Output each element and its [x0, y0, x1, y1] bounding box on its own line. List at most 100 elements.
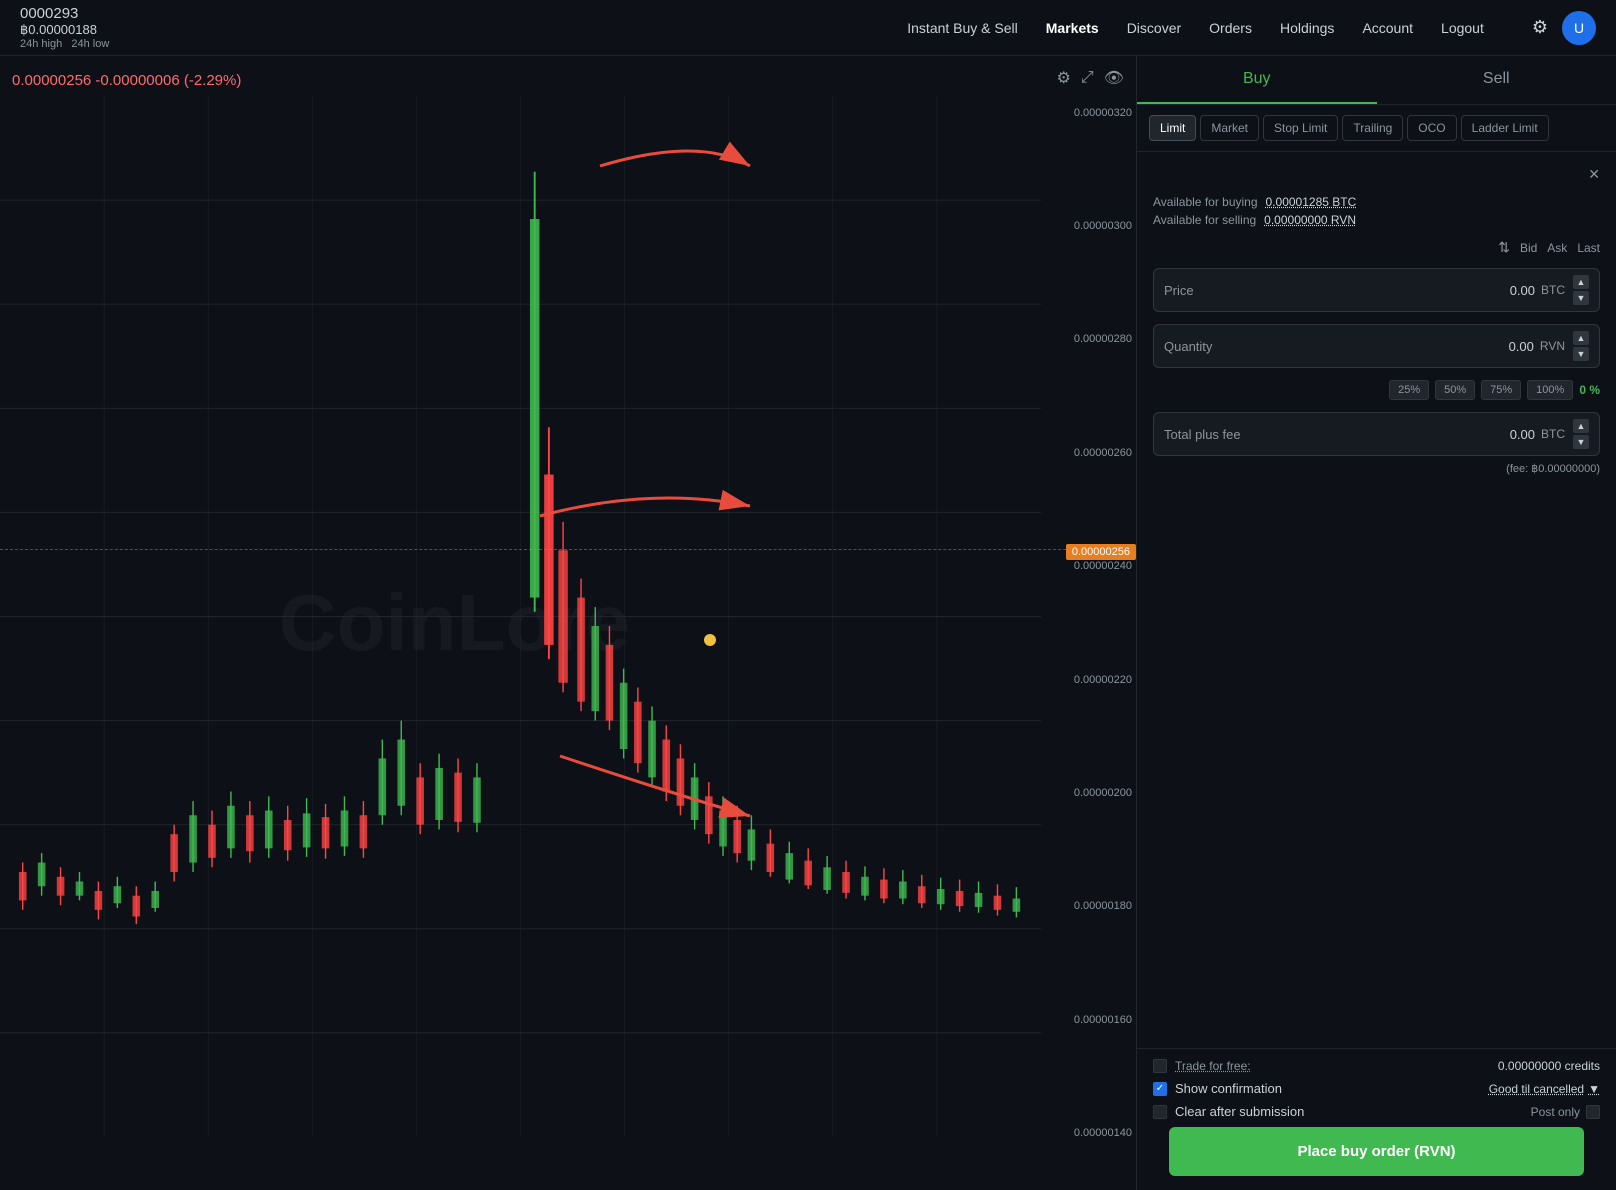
ask-label: Ask [1547, 241, 1567, 255]
order-tab-ladder[interactable]: Ladder Limit [1461, 115, 1549, 141]
chart-controls: ⚙ ⤢ 👁 [1057, 68, 1124, 88]
nav-links: Instant Buy & Sell Markets Discover Orde… [907, 20, 1484, 36]
chart-eye-icon[interactable]: 👁 [1104, 68, 1124, 88]
show-confirmation-checkbox[interactable] [1153, 1082, 1167, 1096]
clear-post-row: Clear after submission Post only [1153, 1104, 1600, 1119]
sell-tab[interactable]: Sell [1377, 56, 1616, 104]
nav-orders[interactable]: Orders [1209, 20, 1252, 36]
total-down-btn[interactable]: ▼ [1573, 435, 1589, 449]
pct-100-btn[interactable]: 100% [1527, 380, 1573, 400]
nav-markets[interactable]: Markets [1046, 20, 1099, 36]
order-tab-trailing[interactable]: Trailing [1342, 115, 1403, 141]
price-field-row: Price 0.00 BTC ▲ ▼ [1153, 268, 1600, 312]
chart-area: 0.00000256 -0.00000006 (-2.29%) ⚙ ⤢ 👁 Co… [0, 56, 1136, 1190]
nav-icons: ⚙ U [1532, 11, 1596, 45]
pct-current: 0 % [1579, 383, 1600, 397]
good-til-cancelled-dropdown[interactable]: Good til cancelled ▼ [1489, 1082, 1600, 1096]
fee-note: (fee: ฿0.00000000) [1153, 462, 1600, 475]
show-confirmation-label: Show confirmation [1175, 1081, 1282, 1096]
post-only-row: Post only [1531, 1105, 1600, 1119]
order-form-body: ✕ Available for buying 0.00001285 BTC Av… [1137, 152, 1616, 1048]
available-info: Available for buying 0.00001285 BTC Avai… [1153, 195, 1600, 227]
yaxis-label-9: 0.00000140 [1042, 1127, 1132, 1139]
available-for-buying-label: Available for buying [1153, 195, 1258, 209]
percentage-row: 25% 50% 75% 100% 0 % [1153, 380, 1600, 400]
order-tab-stop-limit[interactable]: Stop Limit [1263, 115, 1338, 141]
confirmation-gtc-row: Show confirmation Good til cancelled ▼ [1153, 1081, 1600, 1096]
price-down-btn[interactable]: ▼ [1573, 291, 1589, 305]
place-buy-order-button[interactable]: Place buy order (RVN) [1169, 1127, 1584, 1176]
available-for-selling-label: Available for selling [1153, 213, 1256, 227]
chart-price-label: 0.00000256 -0.00000006 (-2.29%) [12, 72, 241, 89]
quantity-down-btn[interactable]: ▼ [1573, 347, 1589, 361]
ticker-price: ฿0.00000188 [20, 22, 140, 38]
price-up-btn[interactable]: ▲ [1573, 275, 1589, 289]
order-tab-market[interactable]: Market [1200, 115, 1259, 141]
yaxis-label-7: 0.00000180 [1042, 900, 1132, 912]
settings-icon[interactable]: ⚙ [1532, 17, 1548, 38]
quantity-unit: RVN [1540, 339, 1565, 353]
nav-discover[interactable]: Discover [1127, 20, 1181, 36]
total-label: Total plus fee [1164, 427, 1510, 442]
quantity-stepper: ▲ ▼ [1573, 331, 1589, 361]
yaxis-label-1: 0.00000300 [1042, 220, 1132, 232]
topnav: 0000293 ฿0.00000188 24h high 24h low Ins… [0, 0, 1616, 56]
nav-instant-buy-sell[interactable]: Instant Buy & Sell [907, 20, 1018, 36]
gtc-chevron-icon: ▼ [1588, 1082, 1600, 1096]
yaxis-label-4: 0.00000240 [1042, 560, 1132, 572]
pct-75-btn[interactable]: 75% [1481, 380, 1521, 400]
available-for-buying-value: 0.00001285 BTC [1266, 195, 1357, 209]
post-only-checkbox[interactable] [1586, 1105, 1600, 1119]
candlestick-chart [0, 96, 1041, 1137]
yaxis-label-5: 0.00000220 [1042, 674, 1132, 686]
show-confirmation-row: Show confirmation [1153, 1081, 1282, 1096]
main-layout: 0.00000256 -0.00000006 (-2.29%) ⚙ ⤢ 👁 Co… [0, 56, 1616, 1190]
quantity-field-row: Quantity 0.00 RVN ▲ ▼ [1153, 324, 1600, 368]
last-label: Last [1577, 241, 1600, 255]
pct-25-btn[interactable]: 25% [1389, 380, 1429, 400]
filter-icon[interactable]: ⇅ [1498, 239, 1510, 256]
trade-for-free-checkbox[interactable] [1153, 1059, 1167, 1073]
trade-for-free-value: 0.00000000 credits [1498, 1059, 1600, 1073]
clear-button[interactable]: ✕ [1588, 166, 1600, 183]
nav-account[interactable]: Account [1362, 20, 1413, 36]
available-for-selling-value: 0.00000000 RVN [1264, 213, 1356, 227]
buy-tab[interactable]: Buy [1137, 56, 1377, 104]
total-up-btn[interactable]: ▲ [1573, 419, 1589, 433]
chart-settings-icon[interactable]: ⚙ [1057, 68, 1071, 88]
quantity-up-btn[interactable]: ▲ [1573, 331, 1589, 345]
quantity-label: Quantity [1164, 339, 1509, 354]
ticker-24h: 24h high 24h low [20, 38, 140, 50]
order-tab-limit[interactable]: Limit [1149, 115, 1196, 141]
total-field-row: Total plus fee 0.00 BTC ▲ ▼ [1153, 412, 1600, 456]
user-avatar[interactable]: U [1562, 11, 1596, 45]
price-label: Price [1164, 283, 1510, 298]
panel-footer: Trade for free: 0.00000000 credits Show … [1137, 1048, 1616, 1190]
nav-holdings[interactable]: Holdings [1280, 20, 1334, 36]
chart-expand-icon[interactable]: ⤢ [1081, 68, 1094, 88]
yaxis-label-8: 0.00000160 [1042, 1014, 1132, 1026]
yaxis-label-2: 0.00000280 [1042, 333, 1132, 345]
bid-label: Bid [1520, 241, 1537, 255]
trade-for-free-label[interactable]: Trade for free: [1175, 1059, 1251, 1073]
order-tab-oco[interactable]: OCO [1407, 115, 1456, 141]
clear-after-submission-checkbox[interactable] [1153, 1105, 1167, 1119]
post-only-label: Post only [1531, 1105, 1580, 1119]
price-stepper: ▲ ▼ [1573, 275, 1589, 305]
clear-after-submission-label: Clear after submission [1175, 1104, 1304, 1119]
order-type-tabs: Limit Market Stop Limit Trailing OCO Lad… [1137, 105, 1616, 152]
total-stepper: ▲ ▼ [1573, 419, 1589, 449]
brand: 0000293 ฿0.00000188 24h high 24h low [20, 5, 140, 50]
trade-for-free-row: Trade for free: 0.00000000 credits [1153, 1059, 1600, 1073]
right-panel: Buy Sell Limit Market Stop Limit Trailin… [1136, 56, 1616, 1190]
price-unit: BTC [1541, 283, 1565, 297]
nav-logout[interactable]: Logout [1441, 20, 1484, 36]
bid-ask-last-row: ⇅ Bid Ask Last [1153, 239, 1600, 256]
pct-50-btn[interactable]: 50% [1435, 380, 1475, 400]
yaxis-label-6: 0.00000200 [1042, 787, 1132, 799]
clear-after-submission-row: Clear after submission [1153, 1104, 1304, 1119]
ticker-symbol: 0000293 [20, 5, 140, 22]
yaxis-label-0: 0.00000320 [1042, 107, 1132, 119]
price-line [0, 549, 1136, 550]
yaxis: 0.00000320 0.00000300 0.00000280 0.00000… [1042, 56, 1132, 1190]
